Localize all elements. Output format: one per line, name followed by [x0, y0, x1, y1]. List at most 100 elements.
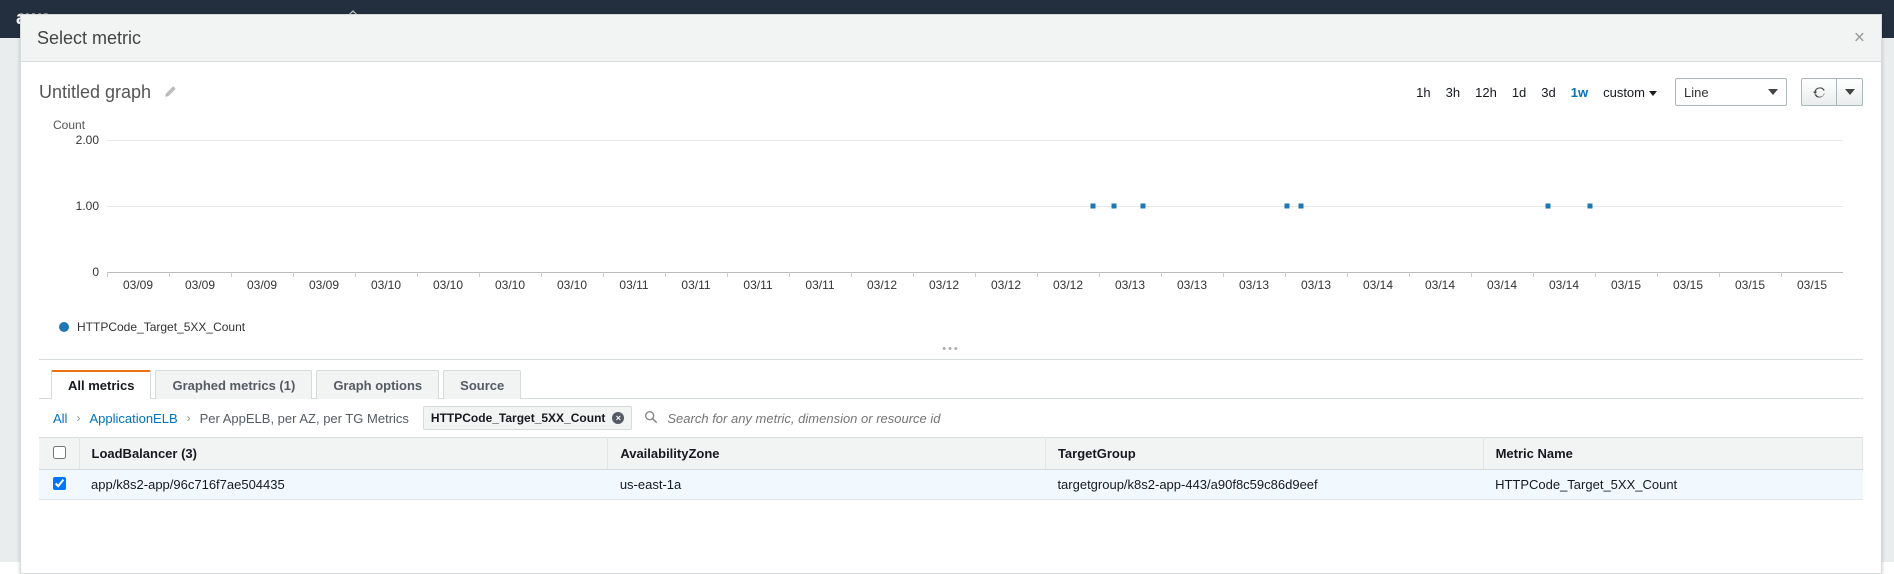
- time-range-custom[interactable]: custom: [1603, 85, 1657, 100]
- x-tick-mark: [293, 272, 294, 277]
- x-tick-label: 03/11: [681, 278, 710, 292]
- x-tick-mark: [913, 272, 914, 277]
- cell-targetgroup: targetgroup/k8s2-app-443/a90f8c59c86d9ee…: [1045, 470, 1483, 500]
- drag-handle-icon: •••: [942, 344, 960, 354]
- select-all-header: [39, 438, 79, 470]
- x-tick-label: 03/13: [1239, 278, 1269, 292]
- x-tick-label: 03/12: [867, 278, 897, 292]
- chart-data-point: [1091, 204, 1096, 209]
- select-metric-modal: Select metric × Untitled graph 1h 3h 12h…: [20, 14, 1882, 574]
- time-range-custom-label: custom: [1603, 85, 1645, 100]
- x-tick-label: 03/09: [247, 278, 277, 292]
- x-tick-label: 03/10: [371, 278, 401, 292]
- x-tick-label: 03/09: [123, 278, 153, 292]
- chart-data-point: [1587, 204, 1592, 209]
- graph-header: Untitled graph 1h 3h 12h 1d 3d 1w custom…: [39, 62, 1863, 114]
- x-tick-label: 03/15: [1673, 278, 1703, 292]
- x-tick-label: 03/13: [1115, 278, 1145, 292]
- chart-legend: HTTPCode_Target_5XX_Count: [39, 320, 1863, 334]
- chart-data-point: [1299, 204, 1304, 209]
- x-tick-mark: [541, 272, 542, 277]
- refresh-button-group: [1801, 78, 1863, 106]
- x-tick-mark: [1099, 272, 1100, 277]
- page-title: Select metric: [37, 28, 141, 49]
- time-range-3d[interactable]: 3d: [1541, 85, 1555, 100]
- refresh-options-button[interactable]: [1837, 78, 1863, 106]
- tab-graphed-metrics[interactable]: Graphed metrics (1): [155, 370, 312, 399]
- close-circle-icon[interactable]: ×: [612, 412, 624, 424]
- breadcrumb-item-all[interactable]: All: [53, 411, 67, 426]
- x-tick-mark: [1781, 272, 1782, 277]
- search-icon: [644, 410, 658, 427]
- column-header-availabilityzone[interactable]: AvailabilityZone: [608, 438, 1046, 470]
- x-tick-mark: [169, 272, 170, 277]
- x-tick-mark: [1347, 272, 1348, 277]
- time-range-12h[interactable]: 12h: [1475, 85, 1497, 100]
- row-checkbox[interactable]: [53, 477, 66, 490]
- tab-source[interactable]: Source: [443, 370, 521, 399]
- table-header-row: LoadBalancer (3) AvailabilityZone Target…: [39, 438, 1863, 470]
- metrics-table: LoadBalancer (3) AvailabilityZone Target…: [39, 437, 1863, 500]
- table-row[interactable]: app/k8s2-app/96c716f7ae504435 us-east-1a…: [39, 470, 1863, 500]
- time-range-3h[interactable]: 3h: [1446, 85, 1460, 100]
- chart-data-point: [1111, 204, 1116, 209]
- x-tick-label: 03/14: [1549, 278, 1579, 292]
- x-tick-mark: [1595, 272, 1596, 277]
- y-tick-0: 0: [92, 265, 99, 279]
- x-tick-mark: [789, 272, 790, 277]
- breadcrumb-item-applicationelb[interactable]: ApplicationELB: [89, 411, 177, 426]
- refresh-icon[interactable]: [1801, 78, 1837, 106]
- x-tick-mark: [479, 272, 480, 277]
- breadcrumb-separator: ›: [76, 411, 80, 425]
- cell-loadbalancer: app/k8s2-app/96c716f7ae504435: [79, 470, 608, 500]
- y-axis-title: Count: [53, 118, 85, 132]
- column-header-targetgroup[interactable]: TargetGroup: [1045, 438, 1483, 470]
- x-tick-mark: [1409, 272, 1410, 277]
- row-select-cell: [39, 470, 79, 500]
- x-tick-label: 03/14: [1487, 278, 1517, 292]
- tab-all-metrics[interactable]: All metrics: [51, 370, 151, 399]
- x-tick-label: 03/10: [433, 278, 463, 292]
- metric-filter-token[interactable]: HTTPCode_Target_5XX_Count ×: [423, 406, 632, 430]
- x-tick-mark: [1719, 272, 1720, 277]
- chart-type-select[interactable]: Line: [1675, 78, 1787, 106]
- metric-tabs: All metrics Graphed metrics (1) Graph op…: [39, 370, 1863, 399]
- time-range-1d[interactable]: 1d: [1512, 85, 1526, 100]
- x-tick-mark: [231, 272, 232, 277]
- legend-label[interactable]: HTTPCode_Target_5XX_Count: [77, 320, 245, 334]
- x-tick-label: 03/11: [743, 278, 772, 292]
- y-tick-1: 1.00: [76, 199, 99, 213]
- chevron-down-icon: [1649, 91, 1657, 96]
- cell-availabilityzone: us-east-1a: [608, 470, 1046, 500]
- column-header-loadbalancer[interactable]: LoadBalancer (3): [79, 438, 608, 470]
- search-box[interactable]: [644, 405, 1849, 431]
- breadcrumb-separator: ›: [187, 411, 191, 425]
- x-tick-label: 03/15: [1797, 278, 1827, 292]
- column-header-metric-name[interactable]: Metric Name: [1483, 438, 1862, 470]
- panel-splitter[interactable]: •••: [39, 344, 1863, 360]
- x-axis-labels: 03/0903/0903/0903/0903/1003/1003/1003/10…: [107, 278, 1843, 296]
- chart-plot-area: 2.00 1.00 0: [107, 140, 1843, 272]
- x-tick-label: 03/12: [929, 278, 959, 292]
- gridline-2: [107, 140, 1843, 141]
- select-all-checkbox[interactable]: [53, 446, 66, 459]
- x-tick-label: 03/15: [1611, 278, 1641, 292]
- time-range-1w[interactable]: 1w: [1571, 85, 1588, 100]
- x-tick-label: 03/14: [1363, 278, 1393, 292]
- gridline-1: [107, 206, 1843, 207]
- x-tick-mark: [665, 272, 666, 277]
- legend-color-swatch: [59, 322, 69, 332]
- x-tick-mark: [727, 272, 728, 277]
- breadcrumb: All › ApplicationELB › Per AppELB, per A…: [39, 399, 1863, 437]
- x-tick-label: 03/12: [991, 278, 1021, 292]
- time-range-controls: 1h 3h 12h 1d 3d 1w custom Line: [1416, 78, 1863, 106]
- tab-graph-options[interactable]: Graph options: [316, 370, 439, 399]
- close-icon[interactable]: ×: [1854, 29, 1865, 48]
- x-tick-mark: [1223, 272, 1224, 277]
- x-tick-mark: [417, 272, 418, 277]
- chart-type-value: Line: [1684, 85, 1709, 100]
- time-range-1h[interactable]: 1h: [1416, 85, 1430, 100]
- search-input[interactable]: [665, 410, 1849, 427]
- x-tick-mark: [603, 272, 604, 277]
- pencil-icon[interactable]: [163, 85, 177, 99]
